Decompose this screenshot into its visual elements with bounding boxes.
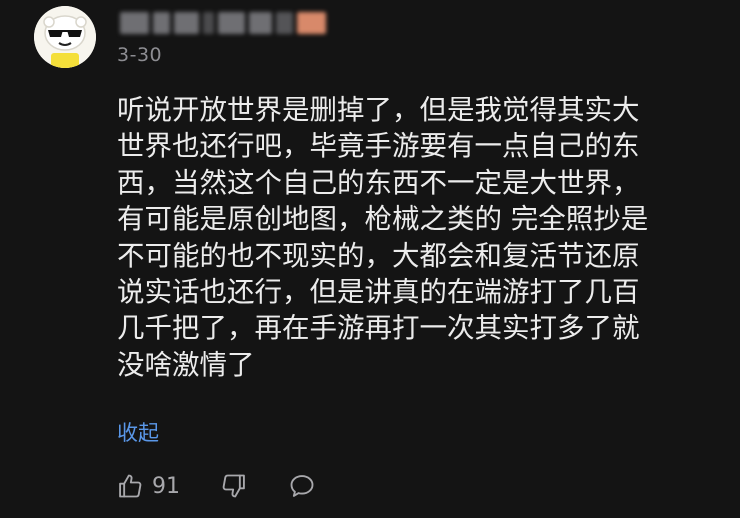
comment-line: 有可能是原创地图，枪械之类的 完全照抄是 [117,203,649,236]
comment-line: 没啥激情了 [117,348,255,381]
redacted-block [218,12,246,34]
redacted-block [249,12,273,34]
comment-text: 听说开放世界是删掉了，但是我觉得其实大 世界也还行吧，毕竟手游要有一点自己的东 … [117,92,717,383]
redacted-block [297,12,326,34]
avatar-image [34,6,96,68]
username-redacted[interactable] [120,8,326,38]
comment-line: 西，当然这个自己的东西不一定是大世界， [117,166,640,199]
speech-bubble-icon [290,475,314,497]
comment-date: 3-30 [117,44,163,66]
redacted-block [202,12,215,34]
comment-actions: 91 [116,468,316,504]
redacted-block [173,12,199,34]
like-button[interactable]: 91 [116,472,180,500]
redacted-block [120,12,149,34]
redacted-block [276,12,294,34]
thumbs-down-icon [222,474,245,498]
like-count: 91 [152,473,180,499]
comment-line: 世界也还行吧，毕竟手游要有一点自己的东 [117,130,640,163]
comment-line: 不可能的也不现实的，大都会和复活节还原 [117,239,640,272]
reply-button[interactable] [288,472,316,500]
comment-line: 说实话也还行，但是讲真的在端游打了几百 [117,275,640,308]
redacted-block [152,12,170,34]
comment-line: 听说开放世界是删掉了，但是我觉得其实大 [117,94,640,126]
thumbs-up-icon [119,474,142,498]
collapse-link[interactable]: 收起 [117,417,159,447]
avatar[interactable] [34,6,96,68]
comment-line: 几千把了，再在手游再打一次其实打多了就 [117,312,640,345]
dislike-button[interactable] [220,472,248,500]
